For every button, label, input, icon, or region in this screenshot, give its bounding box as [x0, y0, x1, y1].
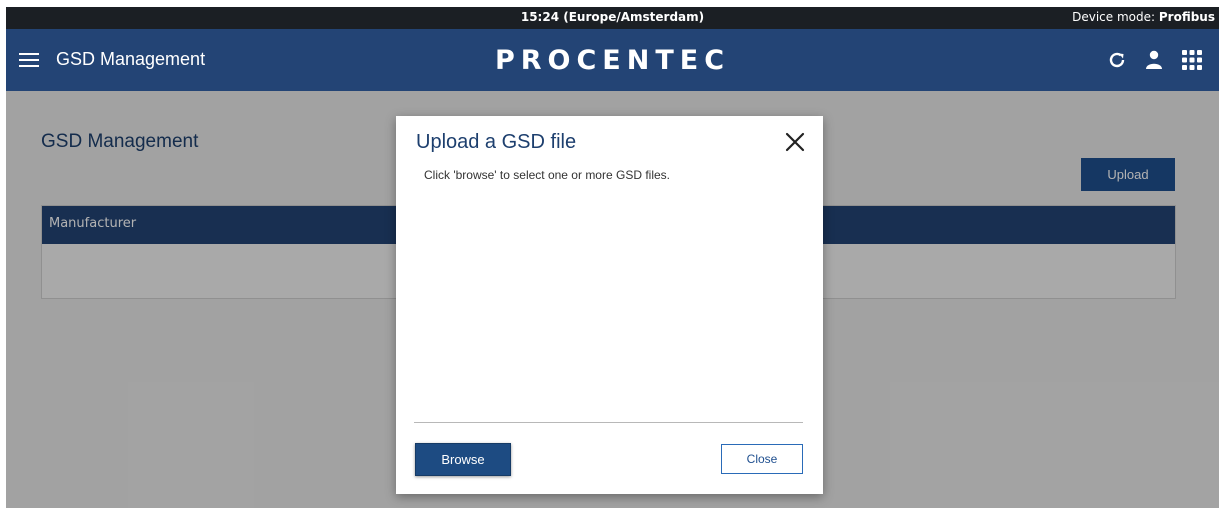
upload-dialog: Upload a GSD file Click 'browse' to sele… [396, 116, 823, 494]
browse-button[interactable]: Browse [415, 443, 511, 476]
clock-text: 15:24 (Europe/Amsterdam) [520, 10, 705, 24]
file-drop-area[interactable] [414, 198, 802, 413]
dialog-title: Upload a GSD file [416, 131, 577, 153]
dialog-divider [414, 422, 803, 423]
close-icon[interactable] [781, 128, 809, 156]
dialog-instruction: Click 'browse' to select one or more GSD… [424, 168, 670, 182]
device-mode-value: Profibus [1158, 10, 1215, 24]
user-icon[interactable] [1145, 50, 1163, 70]
device-mode-label: Device mode: [1072, 10, 1159, 24]
top-navbar: GSD Management PROCENTEC [6, 29, 1219, 91]
close-button[interactable]: Close [721, 444, 803, 474]
apps-grid-icon[interactable] [1181, 49, 1203, 71]
refresh-icon[interactable] [1107, 50, 1127, 70]
status-bar: 15:24 (Europe/Amsterdam) Device mode: Pr… [6, 7, 1219, 29]
nav-icon-group [1107, 47, 1203, 73]
device-mode: Device mode: Profibus [1072, 10, 1215, 24]
app-window: 15:24 (Europe/Amsterdam) Device mode: Pr… [6, 7, 1219, 508]
brand-logo: PROCENTEC [494, 45, 731, 76]
